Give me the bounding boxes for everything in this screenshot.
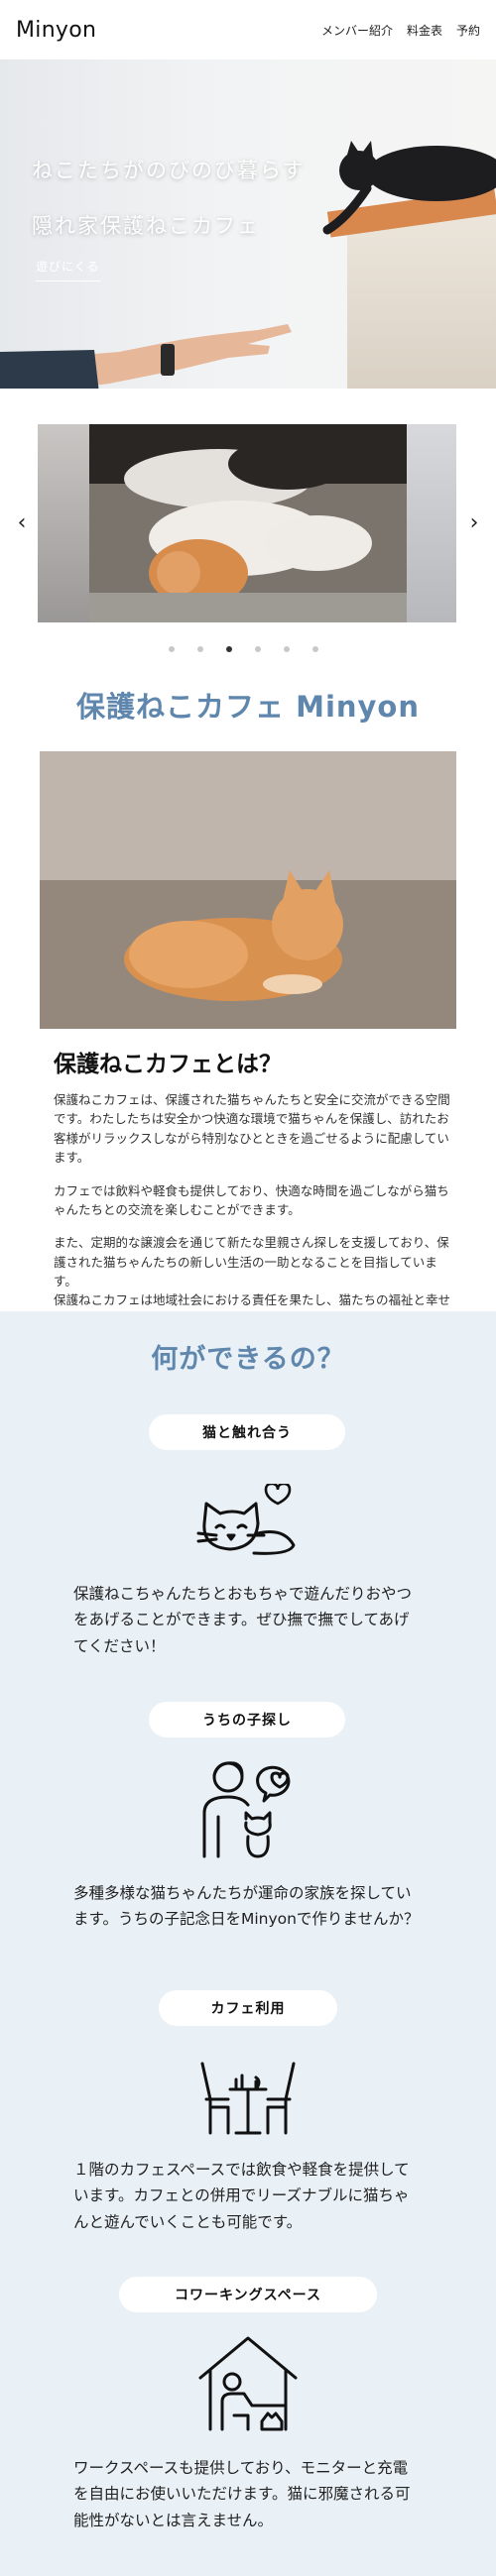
- site-logo[interactable]: Minyon: [16, 18, 96, 43]
- cat-heart-icon: [196, 1484, 296, 1555]
- feature-label: カフェ利用: [159, 1990, 337, 2026]
- about-paragraph: また、定期的な譲渡会を通じて新たな里親さん探しを支援しており、保護された猫ちゃん…: [54, 1235, 449, 1288]
- cafe-table-icon: [200, 2062, 296, 2135]
- carousel-slide-next[interactable]: [407, 424, 456, 622]
- carousel-dot[interactable]: [284, 646, 290, 652]
- about-subheading: 保護ねこカフェとは？: [54, 1052, 282, 1077]
- hero-title-line-1: ねこたちがのびのび暮らす: [32, 159, 306, 182]
- about-paragraph: カフェでは飲料や軽食も提供しており、快適な時間を過ごしながら猫ちゃんたちとの交流…: [54, 1182, 449, 1217]
- orange-cat-photo: [40, 751, 456, 1029]
- about-section: 保護ねこカフェ Minyon 保護ねこカフェとは？ 保護ねこカフェは、保護された…: [0, 684, 496, 1329]
- visit-link[interactable]: 遊びにくる: [36, 258, 100, 281]
- about-paragraph: 保護ねこカフェは、保護された猫ちゃんたちと安全に交流ができる空間です。わたしたち…: [54, 1092, 450, 1166]
- feature-description: ワークスペースも提供しており、モニターと充電を自由にお使いいただけます。猫に邪魔…: [73, 2459, 411, 2529]
- home-office-icon: [198, 2336, 298, 2431]
- carousel-dot[interactable]: [197, 646, 203, 652]
- feature-description: １階のカフェスペースでは飲食や軽食を提供しています。カフェとの併用でリーズナブル…: [73, 2161, 410, 2231]
- about-heading: 保護ねこカフェ Minyon: [75, 690, 420, 724]
- hero-arm-image: [0, 324, 292, 389]
- hero-black-cat-image: [322, 141, 496, 235]
- photo-carousel: ‹ ›: [0, 424, 496, 672]
- hero-banner: ねこたちがのびのび暮らす 隠れ家保護ねこカフェ 遊びにくる: [0, 59, 496, 389]
- orange-cat-image: [40, 751, 456, 1029]
- feature-label: コワーキングスペース: [119, 2277, 377, 2312]
- about-text: 保護ねこカフェは、保護された猫ちゃんたちと安全に交流ができる空間です。わたしたち…: [54, 1090, 452, 1329]
- nav-item-reservation[interactable]: 予約: [456, 22, 480, 39]
- feature-description: 多種多様な猫ちゃんたちが運命の家族を探しています。うちの子記念日をMinyonで…: [73, 1884, 420, 1929]
- main-nav: メンバー紹介 料金表 予約: [321, 22, 480, 39]
- carousel-dot[interactable]: [226, 646, 232, 652]
- hero-title-line-2: 隠れ家保護ねこカフェ: [32, 214, 260, 238]
- person-cat-icon: [202, 1761, 291, 1858]
- carousel-dot[interactable]: [312, 646, 318, 652]
- feature-description: 保護ねこちゃんたちとおもちゃで遊んだりおやつをあげることができます。ぜひ撫で撫で…: [73, 1585, 413, 1655]
- cats-lying-image: [89, 424, 407, 622]
- nav-item-pricing[interactable]: 料金表: [407, 22, 442, 39]
- site-header: Minyon メンバー紹介 料金表 予約: [0, 0, 496, 59]
- feature-label: 猫と触れ合う: [149, 1414, 345, 1450]
- carousel-dot[interactable]: [169, 646, 175, 652]
- carousel-slide-prev[interactable]: [38, 424, 89, 622]
- features-heading: 何ができるの？: [151, 1344, 345, 1375]
- carousel-dots: [169, 646, 318, 652]
- carousel-dot[interactable]: [255, 646, 261, 652]
- features-section: 何ができるの？ 猫と触れ合う 保護ねこちゃんたちとおもちゃで遊んだりおやつをあげ…: [0, 1311, 496, 2576]
- feature-label: うちの子探し: [149, 1702, 345, 1737]
- nav-item-members[interactable]: メンバー紹介: [321, 22, 393, 39]
- chevron-right-icon[interactable]: ›: [462, 511, 486, 535]
- carousel-slide-current: [89, 424, 407, 622]
- chevron-left-icon[interactable]: ‹: [10, 511, 34, 535]
